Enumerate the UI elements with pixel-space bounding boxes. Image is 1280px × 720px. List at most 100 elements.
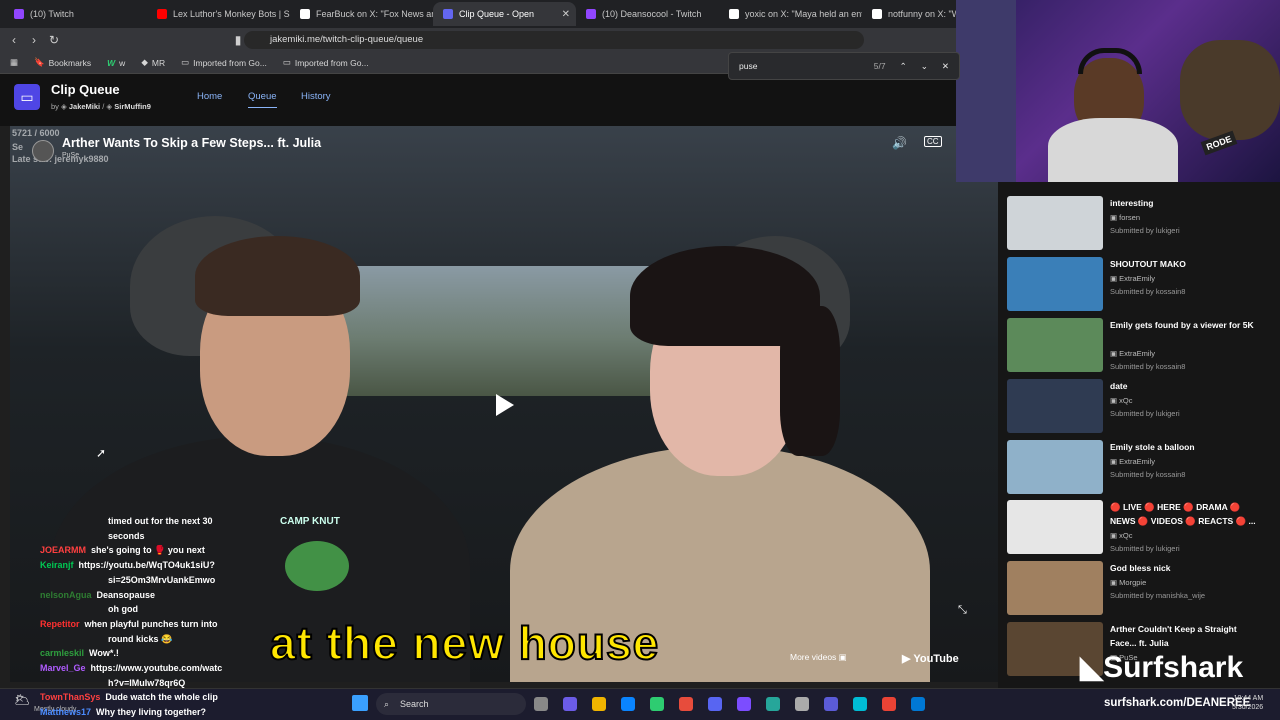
nav-history[interactable]: History xyxy=(301,91,331,102)
tab-favicon-icon xyxy=(300,9,310,19)
browser-tab[interactable]: (10) Twitch xyxy=(4,2,147,26)
queue-item[interactable]: God bless nick ▣ Morgpie Submitted by mani… xyxy=(1007,561,1267,619)
browser-tab[interactable]: yoxic on X: "Maya held an enti xyxy=(719,2,862,26)
clip-submitter: Submitted by lukigeri xyxy=(1110,409,1180,418)
taskbar-app-icon[interactable] xyxy=(795,697,809,711)
play-icon[interactable] xyxy=(496,394,514,416)
clip-thumbnail[interactable] xyxy=(1007,500,1103,554)
taskbar-app-icon[interactable] xyxy=(592,697,606,711)
clip-channel: ▣ Morgpie xyxy=(1110,578,1147,587)
bookmark-folder[interactable]: ▭ Imported from Go... xyxy=(181,57,267,68)
taskbar-app-icon[interactable] xyxy=(708,697,722,711)
taskbar-app-icon[interactable] xyxy=(824,697,838,711)
bookmark-item[interactable]: W w xyxy=(107,58,125,68)
apps-grid-icon[interactable]: ▦ xyxy=(10,57,18,68)
more-videos-button[interactable]: More videos ▣ xyxy=(790,652,847,663)
tab-favicon-icon xyxy=(14,9,24,19)
clip-queue-logo-icon: ▭ xyxy=(14,84,40,110)
find-close-icon[interactable]: ✕ xyxy=(942,61,949,72)
back-icon[interactable]: ‹ xyxy=(4,33,24,47)
clip-thumbnail[interactable] xyxy=(1007,257,1103,311)
chat-text: https://youtu.be/WqTO4uk1siU? xyxy=(78,560,215,571)
url-field[interactable]: jakemiki.me/twitch-clip-queue/queue xyxy=(244,31,864,49)
chat-text: Dude watch the whole clip xyxy=(105,692,218,703)
clip-title[interactable]: interesting xyxy=(1110,196,1265,210)
chat-text: Why they living together? xyxy=(96,707,207,718)
clip-thumbnail[interactable] xyxy=(1007,440,1103,494)
taskbar-search[interactable]: ⌕ Search xyxy=(376,693,526,715)
nav-queue[interactable]: Queue xyxy=(248,91,277,108)
clip-title[interactable]: Arther Couldn't Keep a Straight Face... … xyxy=(1110,622,1265,650)
queue-item[interactable]: SHOUTOUT MAKO ▣ ExtraEmily Submitted by ko… xyxy=(1007,257,1267,315)
clip-title[interactable]: date xyxy=(1110,379,1265,393)
clip-title[interactable]: God bless nick xyxy=(1110,561,1265,575)
youtube-logo[interactable]: ▶ YouTube xyxy=(902,652,959,665)
chat-text: she's going to 🥊 you next xyxy=(91,545,205,556)
bookmark-item[interactable]: 🔖 Bookmarks xyxy=(34,57,91,68)
weather-icon[interactable]: 🌥 xyxy=(14,692,31,708)
volume-icon[interactable]: 🔊 xyxy=(892,136,907,150)
clip-thumbnail[interactable] xyxy=(1007,379,1103,433)
chat-message: h?v=IMuIw78qr6Q xyxy=(40,676,280,691)
app-title: Clip Queue xyxy=(51,82,120,97)
queue-item[interactable]: interesting ▣ forsen Submitted by lukigeri xyxy=(1007,196,1267,254)
clip-submitter: Submitted by manishka_wije xyxy=(1110,591,1206,600)
bookmark-folder[interactable]: ▭ Imported from Go... xyxy=(283,57,369,68)
browser-tab[interactable]: Clip Queue - Open ✕ xyxy=(433,2,576,26)
taskbar-app-icon[interactable] xyxy=(911,697,925,711)
clock[interactable]: 10:44 AM 5/30/2026 xyxy=(1232,694,1263,712)
chat-text: when playful punches turn into xyxy=(84,618,218,629)
clip-thumbnail[interactable] xyxy=(1007,196,1103,250)
browser-tab[interactable]: FearBuck on X: "Fox News and xyxy=(290,2,433,26)
video-title[interactable]: Arther Wants To Skip a Few Steps... ft. … xyxy=(62,136,321,150)
browser-tab[interactable]: Lex Luthor's Monkey Bots | SU xyxy=(147,2,290,26)
captions-icon[interactable]: CC xyxy=(924,136,942,147)
bookmark-item[interactable]: ◆ MR xyxy=(141,57,165,68)
clip-title[interactable]: SHOUTOUT MAKO xyxy=(1110,257,1265,271)
queue-item[interactable]: 🔴 LIVE 🔴 HERE 🔴 DRAMA 🔴 NEWS 🔴 VIDEOS 🔴 … xyxy=(1007,500,1267,558)
clip-thumbnail[interactable] xyxy=(1007,318,1103,372)
clip-title[interactable]: Emily stole a balloon xyxy=(1110,440,1265,454)
overlay-sub-goal: 5721 / 6000 xyxy=(12,128,60,138)
channel-avatar[interactable] xyxy=(32,140,54,162)
forward-icon[interactable]: › xyxy=(24,33,44,47)
channel-name[interactable]: PuSe xyxy=(62,152,79,159)
tab-favicon-icon xyxy=(157,9,167,19)
queue-item[interactable]: Emily gets found by a viewer for 5K ▣ Ext… xyxy=(1007,318,1267,376)
windows-start-icon[interactable] xyxy=(352,695,368,711)
chat-text: oh god xyxy=(108,604,138,615)
find-next-icon[interactable]: ⌄ xyxy=(921,61,928,72)
taskbar-app-icon[interactable] xyxy=(621,697,635,711)
find-prev-icon[interactable]: ⌃ xyxy=(900,61,907,72)
tab-label: (10) Twitch xyxy=(30,9,74,19)
clip-title[interactable]: 🔴 LIVE 🔴 HERE 🔴 DRAMA 🔴 NEWS 🔴 VIDEOS 🔴 … xyxy=(1110,500,1265,528)
taskbar-app-icon[interactable] xyxy=(679,697,693,711)
taskbar-app-icon[interactable] xyxy=(737,697,751,711)
taskbar-app-icon[interactable] xyxy=(534,697,548,711)
taskbar-app-icon[interactable] xyxy=(882,697,896,711)
video-caption: at the new house xyxy=(269,616,660,670)
chat-text: Wow*.! xyxy=(89,648,119,659)
tab-label: yoxic on X: "Maya held an enti xyxy=(745,9,862,19)
queue-item[interactable]: Emily stole a balloon ▣ ExtraEmily Submitt… xyxy=(1007,440,1267,498)
clip-thumbnail[interactable] xyxy=(1007,561,1103,615)
app-header xyxy=(0,74,1000,126)
find-count: 5/7 xyxy=(873,61,886,71)
queue-item[interactable]: date ▣ xQc Submitted by lukigeri xyxy=(1007,379,1267,437)
chat-username: Repetitor xyxy=(40,618,80,629)
tab-close-icon[interactable]: ✕ xyxy=(562,9,570,20)
taskbar-app-icon[interactable] xyxy=(563,697,577,711)
taskbar-app-icon[interactable] xyxy=(853,697,867,711)
taskbar-app-icon[interactable] xyxy=(650,697,664,711)
nav-home[interactable]: Home xyxy=(197,91,222,102)
fullscreen-icon[interactable]: ⤡ xyxy=(958,604,967,617)
clip-channel: ▣ xQc xyxy=(1110,396,1133,405)
chat-text: seconds xyxy=(108,530,145,541)
find-input[interactable]: puse xyxy=(739,61,874,71)
clip-title[interactable]: Emily gets found by a viewer for 5K xyxy=(1110,318,1265,332)
sponsor-url: surfshark.com/DEANEREE xyxy=(1104,697,1251,709)
browser-tab[interactable]: (10) Deansocool - Twitch xyxy=(576,2,719,26)
reload-icon[interactable]: ↻ xyxy=(44,33,64,47)
taskbar-app-icon[interactable] xyxy=(766,697,780,711)
clip-channel: ▣ ExtraEmily xyxy=(1110,349,1156,358)
